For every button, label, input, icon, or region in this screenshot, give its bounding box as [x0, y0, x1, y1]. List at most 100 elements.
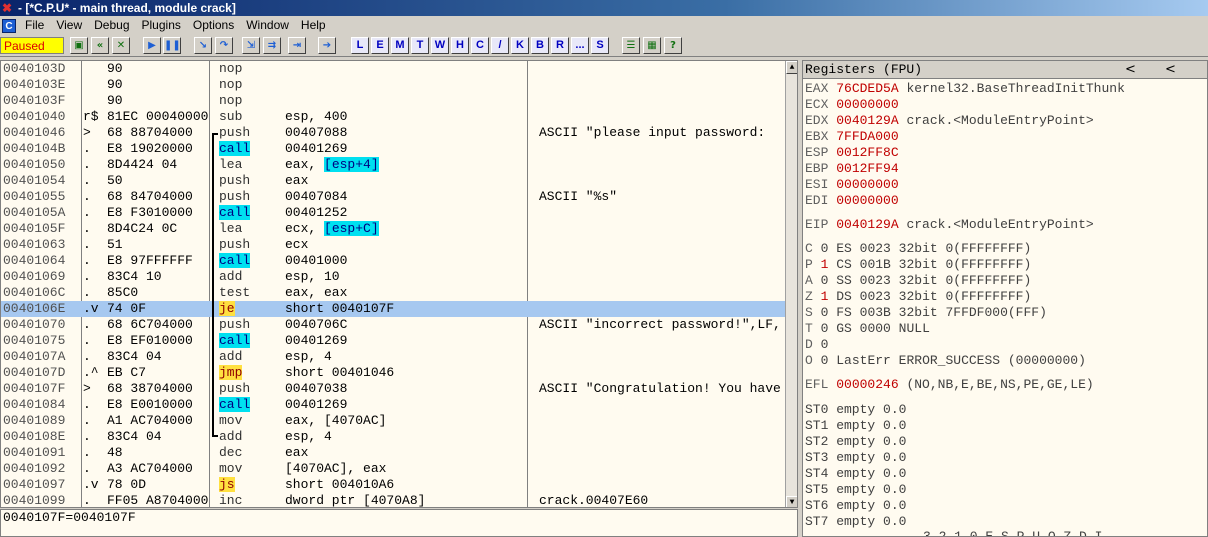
menu-window[interactable]: Window [240, 16, 295, 35]
toolbar-m-button[interactable]: M [391, 37, 409, 54]
register-ebp[interactable]: EBP 0012FF94 [805, 161, 899, 177]
menu-view[interactable]: View [50, 16, 88, 35]
disasm-row[interactable]: 00401070. 68 6C704000 push 0040706C ASCII "i… [1, 317, 785, 333]
address-cell: 00401063 [3, 237, 66, 252]
toolbar-k-button[interactable]: K [511, 37, 529, 54]
disassembly-pane[interactable]: ▲ ▼ 0040103D 90 nop 0040103E 90 nop 0040103F 90… [0, 60, 798, 508]
register-esp[interactable]: ESP 0012FF8C [805, 145, 899, 161]
disasm-row[interactable]: 0040104B. E8 19020000 call 00401269 [1, 141, 785, 157]
flag-s[interactable]: S 0 FS 003B 32bit 7FFDF000(FFF) [805, 305, 1047, 321]
menu-debug[interactable]: Debug [88, 16, 135, 35]
fpu-register[interactable]: ST5 empty 0.0 [805, 482, 906, 498]
toolbar-slash-button[interactable]: / [491, 37, 509, 54]
scroll-down-icon[interactable]: ▼ [786, 496, 797, 507]
register-edx[interactable]: EDX 0040129A crack.<ModuleEntryPoint> [805, 113, 1094, 129]
prev-view-icon-2[interactable]: < [1165, 61, 1176, 79]
disasm-row[interactable]: 0040105A. E8 F3010000 call 00401252 [1, 205, 785, 221]
cpu-window-icon[interactable]: C [2, 18, 16, 33]
disasm-row[interactable]: 00401097 .v 78 0D js short 004010A6 [1, 477, 785, 493]
flag-d[interactable]: D 0 [805, 337, 828, 353]
fpu-register[interactable]: ST2 empty 0.0 [805, 434, 906, 450]
disasm-row[interactable]: 0040103D 90 nop [1, 61, 785, 77]
disasm-row[interactable]: 00401092. A3 AC704000 mov [4070AC], eax [1, 461, 785, 477]
register-ebx[interactable]: EBX 7FFDA000 [805, 129, 899, 145]
flag-z[interactable]: Z 1 DS 0023 32bit 0(FFFFFFFF) [805, 289, 1031, 305]
disasm-row[interactable]: 0040108E. 83C4 04 add esp, 4 [1, 429, 785, 445]
register-efl[interactable]: EFL 00000246 (NO,NB,E,BE,NS,PE,GE,LE) [805, 377, 1094, 393]
disasm-row[interactable]: 00401050. 8D4424 04 lea eax, [esp+4] [1, 157, 785, 173]
disasm-row[interactable]: 00401089. A1 AC704000 mov eax, [4070AC] [1, 413, 785, 429]
menu-plugins[interactable]: Plugins [136, 16, 187, 35]
disasm-row[interactable]: 0040105F. 8D4C24 0C lea ecx, [esp+C] [1, 221, 785, 237]
flag-c[interactable]: C 0 ES 0023 32bit 0(FFFFFFFF) [805, 241, 1031, 257]
fpu-register[interactable]: ST6 empty 0.0 [805, 498, 906, 514]
fpu-register[interactable]: ST4 empty 0.0 [805, 466, 906, 482]
toolbar-b-button[interactable]: B [531, 37, 549, 54]
disasm-row[interactable]: 0040103E 90 nop [1, 77, 785, 93]
fpu-register[interactable]: ST7 empty 0.0 [805, 514, 906, 530]
disasm-row[interactable]: 00401055. 68 84704000 push 00407084 ASCII "%… [1, 189, 785, 205]
register-eax[interactable]: EAX 76CDED5A kernel32.BaseThreadInitThun… [805, 81, 1125, 97]
list-icon[interactable]: ☰ [622, 37, 640, 54]
disasm-row[interactable]: 00401084. E8 E0010000 call 00401269 [1, 397, 785, 413]
address-cell: 00401075 [3, 333, 66, 348]
disasm-row[interactable]: 0040107F >68 38704000 push 00407038 ASCII "C… [1, 381, 785, 397]
disasm-row[interactable]: 00401040 r$ 81EC 00040000 sub esp, 400 [1, 109, 785, 125]
disasm-row[interactable]: 00401064. E8 97FFFFFF call 00401000 [1, 253, 785, 269]
toolbar-s-button[interactable]: S [591, 37, 609, 54]
registers-header[interactable]: Registers (FPU) < < [803, 61, 1207, 79]
menu-file[interactable]: File [19, 16, 50, 35]
flag-p[interactable]: P 1 CS 001B 32bit 0(FFFFFFFF) [805, 257, 1031, 273]
toolbar-dots-button[interactable]: ... [571, 37, 589, 54]
toolbar-r-button[interactable]: R [551, 37, 569, 54]
registers-pane[interactable]: Registers (FPU) < < EAX 76CDED5A kernel3… [802, 60, 1208, 537]
trace-over-icon[interactable]: ⇉ [263, 37, 281, 54]
toolbar-t-button[interactable]: T [411, 37, 429, 54]
disasm-row[interactable]: 0040107D .^ EB C7 jmp short 00401046 [1, 365, 785, 381]
menu-help[interactable]: Help [295, 16, 332, 35]
disasm-row[interactable]: 00401046 >68 88704000 push 00407088 ASCII "p… [1, 125, 785, 141]
disasm-row[interactable]: 00401091. 48 dec eax [1, 445, 785, 461]
disasm-row[interactable]: 0040106E .v 74 0F je short 0040107F [1, 301, 785, 317]
register-esi[interactable]: ESI 00000000 [805, 177, 899, 193]
vertical-scrollbar[interactable]: ▲ ▼ [785, 61, 797, 507]
disasm-row[interactable]: 00401069. 83C4 10 add esp, 10 [1, 269, 785, 285]
toolbar-l-button[interactable]: L [351, 37, 369, 54]
scroll-up-icon[interactable]: ▲ [786, 61, 797, 74]
goto-icon[interactable]: ➔ [318, 37, 336, 54]
toolbar-e-button[interactable]: E [371, 37, 389, 54]
execute-till-return-icon[interactable]: ⇥ [288, 37, 306, 54]
flag-t[interactable]: T 0 GS 0000 NULL [805, 321, 930, 337]
disasm-row[interactable]: 0040103F 90 nop [1, 93, 785, 109]
pause-icon[interactable]: ❚❚ [163, 37, 181, 54]
step-into-icon[interactable]: ↘ [194, 37, 212, 54]
help-icon[interactable]: ? [664, 37, 682, 54]
flag-a[interactable]: A 0 SS 0023 32bit 0(FFFFFFFF) [805, 273, 1031, 289]
fpu-register[interactable]: ST0 empty 0.0 [805, 402, 906, 418]
disasm-row[interactable]: 00401075. E8 EF010000 call 00401269 [1, 333, 785, 349]
rewind-icon[interactable]: « [91, 37, 109, 54]
step-over-icon[interactable]: ↷ [215, 37, 233, 54]
open-icon[interactable]: ▣ [70, 37, 88, 54]
disasm-row[interactable]: 00401099. FF05 A8704000 inc dword ptr [4070… [1, 493, 785, 508]
toolbar-c-button[interactable]: C [471, 37, 489, 54]
register-eip[interactable]: EIP 0040129A crack.<ModuleEntryPoint> [805, 217, 1094, 233]
disasm-row[interactable]: 00401063. 51 push ecx [1, 237, 785, 253]
register-ecx[interactable]: ECX 00000000 [805, 97, 899, 113]
disasm-row[interactable]: 0040106C. 85C0 test eax, eax [1, 285, 785, 301]
toolbar-w-button[interactable]: W [431, 37, 449, 54]
hex-dump-cell: FF05 A8704000 [107, 493, 209, 508]
register-edi[interactable]: EDI 00000000 [805, 193, 899, 209]
prev-view-icon[interactable]: < [1125, 61, 1136, 79]
flag-o[interactable]: O 0 LastErr ERROR_SUCCESS (00000000) [805, 353, 1086, 369]
fpu-register[interactable]: ST3 empty 0.0 [805, 450, 906, 466]
run-icon[interactable]: ▶ [143, 37, 161, 54]
trace-into-icon[interactable]: ⇲ [242, 37, 260, 54]
toolbar-h-button[interactable]: H [451, 37, 469, 54]
disasm-row[interactable]: 0040107A. 83C4 04 add esp, 4 [1, 349, 785, 365]
disasm-row[interactable]: 00401054. 50 push eax [1, 173, 785, 189]
fpu-register[interactable]: ST1 empty 0.0 [805, 418, 906, 434]
close-icon[interactable]: ✕ [112, 37, 130, 54]
menu-options[interactable]: Options [187, 16, 240, 35]
grid-icon[interactable]: ▦ [643, 37, 661, 54]
